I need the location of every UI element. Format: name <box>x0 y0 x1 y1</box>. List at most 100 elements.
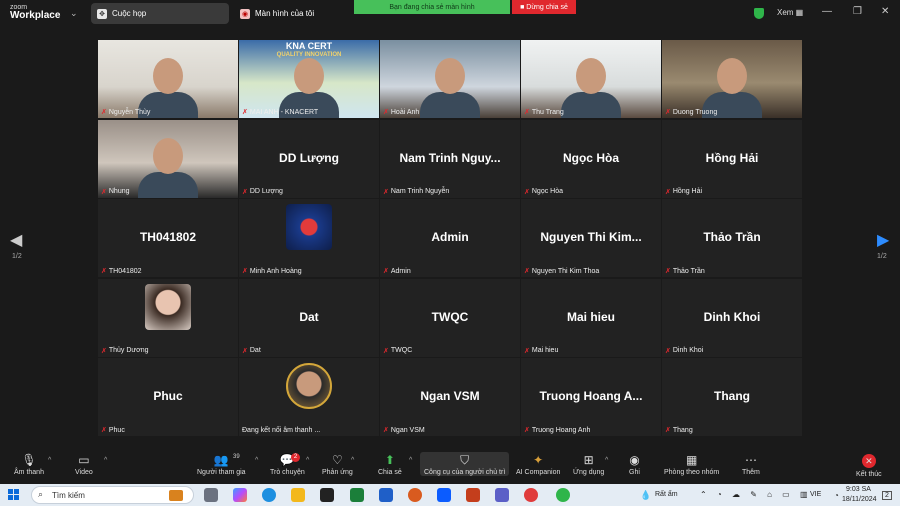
next-page-icon[interactable]: ▶ <box>877 230 889 250</box>
host-tools-button[interactable]: ⛉ Công cụ của người chủ trì <box>420 452 510 476</box>
react-button[interactable]: ♡ Phản ứng <box>322 452 353 476</box>
record-label: Ghi <box>629 469 640 476</box>
share-button[interactable]: ⬆ Chia sẻ <box>378 452 402 476</box>
chrome-icon[interactable] <box>524 488 538 502</box>
amazon-icon[interactable] <box>320 488 334 502</box>
participant-tile[interactable]: Mai hieu ✗ Mai hieu <box>521 278 661 357</box>
participant-tile[interactable]: ✗ Duong Truong <box>662 40 802 118</box>
participants-button[interactable]: 👥 Người tham gia 39 <box>197 452 246 476</box>
video-options-icon[interactable]: ^ <box>104 457 107 464</box>
file-explorer-icon[interactable] <box>291 488 305 502</box>
end-meeting-button[interactable]: ✕ Kết thúc <box>856 452 882 478</box>
prev-page-icon[interactable]: ◀ <box>10 230 22 250</box>
participant-tile[interactable]: Thang ✗ Thang <box>662 358 802 436</box>
participant-tile[interactable]: DD Lượng ✗ DD Lượng <box>239 119 379 198</box>
participant-tile[interactable]: ✗ Hoài Anh <box>380 40 520 118</box>
apps-button[interactable]: ⊞ Ứng dụng <box>573 452 604 476</box>
participant-tile[interactable]: Ngọc Hòa ✗ Ngọc Hòa <box>521 119 661 198</box>
participant-tile[interactable]: Dinh Khoi ✗ Dinh Khoi <box>662 278 802 357</box>
participant-tile[interactable]: KNA CERT QUALITY INNOVATION ✗ MAI ANH - KNA… <box>239 40 379 118</box>
audio-options-icon[interactable]: ^ <box>48 457 51 464</box>
participant-tile[interactable]: ✗ Nguyễn Thùy <box>98 40 238 118</box>
stop-share-button[interactable]: ■ Dừng chia sẻ <box>512 0 576 14</box>
participant-tile[interactable]: ✗ Thu Trang <box>521 40 661 118</box>
participant-tile[interactable]: Ngan VSM ✗ Ngan VSM <box>380 358 520 436</box>
chevron-down-icon[interactable]: ⌄ <box>70 8 78 19</box>
page-indicator-left: 1/2 <box>12 253 22 260</box>
person-body <box>138 171 198 198</box>
react-options-icon[interactable]: ^ <box>351 457 354 464</box>
participant-name: TWQC <box>390 347 413 354</box>
share-options-icon[interactable]: ^ <box>409 457 412 464</box>
chat-label: Trò chuyện <box>270 469 305 476</box>
participant-tile[interactable]: Thảo Trần ✗ Thảo Trần <box>662 199 802 277</box>
person-silhouette <box>717 58 747 94</box>
participant-display-name: Dat <box>299 309 319 324</box>
weather-icon[interactable]: 💧 <box>640 490 651 501</box>
participant-name-label: ✗ Nguyễn Thùy <box>101 108 150 117</box>
chat-button[interactable]: 💬 Trò chuyện 2 <box>270 452 305 476</box>
clock-date[interactable]: 18/11/2024 <box>842 496 877 503</box>
word-icon[interactable] <box>379 488 393 502</box>
apps-options-icon[interactable]: ^ <box>605 457 608 464</box>
participant-name: Phuc <box>108 426 125 434</box>
teams-icon[interactable] <box>495 488 509 502</box>
app-icon[interactable] <box>556 488 570 502</box>
participant-name: Truong Hoang Anh <box>531 426 591 434</box>
taskbar-search[interactable]: ⌕ Tìm kiếm <box>31 486 194 504</box>
participant-display-name: Nam Trinh Nguy... <box>399 150 501 165</box>
clock-time[interactable]: 9:03 SA <box>846 486 871 493</box>
network-icon[interactable]: ◔ <box>834 491 839 500</box>
participant-tile[interactable]: ✗ Minh Anh Hoàng <box>239 199 379 277</box>
video-button[interactable]: ▭ Video <box>75 452 93 476</box>
tab-meeting-label: Cuộc họp <box>112 9 147 18</box>
muted-mic-icon: ✗ <box>383 109 389 116</box>
participant-tile[interactable]: Truong Hoang A... ✗ Truong Hoang Anh <box>521 358 661 436</box>
view-button[interactable]: Xem ▦ <box>777 8 803 17</box>
breakout-rooms-button[interactable]: ▦ Phòng theo nhóm <box>664 452 719 476</box>
participant-tile[interactable]: Nam Trinh Nguy... ✗ Nam Trinh Nguyễn <box>380 119 520 198</box>
task-view-icon[interactable] <box>204 488 218 502</box>
sharing-indicator[interactable]: Bạn đang chia sẻ màn hình <box>354 0 510 14</box>
participant-tile[interactable]: ✗ Nhung <box>98 119 238 198</box>
logo-line2: Workplace <box>10 10 61 21</box>
windows-start-icon[interactable] <box>8 489 20 501</box>
participant-name: Thang <box>672 426 693 434</box>
participant-tile[interactable]: TWQC ✗ TWQC <box>380 278 520 357</box>
participant-tile[interactable]: TH041802 ✗ TH041802 <box>98 199 238 277</box>
ai-companion-button[interactable]: ✦ AI Companion <box>516 452 560 476</box>
participant-name: Thảo Trần <box>672 267 705 275</box>
participants-options-icon[interactable]: ^ <box>255 457 258 464</box>
more-button[interactable]: ⋯ Thêm <box>742 452 760 476</box>
edge-icon[interactable] <box>262 488 276 502</box>
weather-label[interactable]: Rất ẩm <box>655 491 678 498</box>
record-button[interactable]: ◉ Ghi <box>629 452 640 476</box>
participant-tile[interactable]: Phuc ✗ Phuc <box>98 358 238 436</box>
participant-tile[interactable]: Dat ✗ Dat <box>239 278 379 357</box>
participant-tile[interactable]: Admin ✗ Admin <box>380 199 520 277</box>
participant-tile[interactable]: Nguyen Thi Kim... ✗ Nguyen Thi Kim Thoa <box>521 199 661 277</box>
language-indicator[interactable]: VIE <box>810 491 821 498</box>
participant-display-name: TWQC <box>431 309 469 324</box>
participant-avatar <box>286 363 332 409</box>
shield-icon[interactable] <box>754 8 764 19</box>
chat-options-icon[interactable]: ^ <box>306 457 309 464</box>
participant-name: Thu Trang <box>531 108 564 116</box>
audio-button[interactable]: 🎙 Âm thanh <box>14 452 44 476</box>
close-icon[interactable]: ✕ <box>881 6 889 17</box>
firefox-icon[interactable] <box>408 488 422 502</box>
zoom-taskbar-icon[interactable] <box>437 488 451 502</box>
tab-my-screen[interactable]: ◉ Màn hình của tôi <box>234 3 354 24</box>
excel-icon[interactable] <box>350 488 364 502</box>
participant-name: Thủy Dương <box>108 347 149 354</box>
tray-icons[interactable]: ⌃ ◔ ☁ ✎ ⌂ ▭ ▥ <box>700 490 812 499</box>
powerpoint-icon[interactable] <box>466 488 480 502</box>
participant-tile[interactable]: Đang kết nối âm thanh ... <box>239 358 379 436</box>
participant-tile[interactable]: Hồng Hải ✗ Hồng Hải <box>662 119 802 198</box>
copilot-icon[interactable] <box>233 488 247 502</box>
participant-tile[interactable]: ✗ Thủy Dương <box>98 278 238 357</box>
restore-icon[interactable]: ❐ <box>853 6 862 17</box>
tab-meeting[interactable]: ✥ Cuộc họp <box>91 3 229 24</box>
minimize-icon[interactable]: — <box>822 6 832 17</box>
notification-badge[interactable]: 2 <box>882 491 892 500</box>
